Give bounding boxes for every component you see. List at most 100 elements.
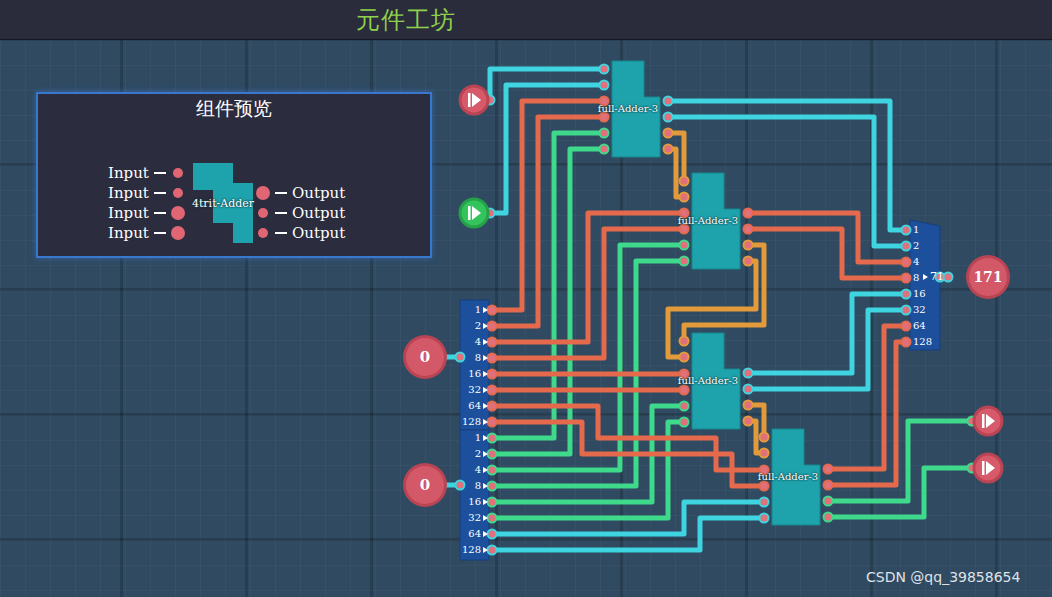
pin-dot[interactable] [664,113,673,122]
pin-dot[interactable] [488,466,497,475]
wire[interactable] [828,342,906,485]
io-pin[interactable] [460,199,488,227]
output-display[interactable]: 171 [969,258,1007,296]
pin-dot[interactable] [488,418,497,427]
wire[interactable] [492,388,684,393]
wire[interactable] [668,261,756,357]
pin-circle[interactable] [460,199,488,227]
pin-dot[interactable] [488,370,497,379]
pin-dot[interactable] [488,450,497,459]
pin-dot[interactable] [902,290,911,299]
wire[interactable] [492,422,764,486]
wire[interactable] [684,245,764,341]
pin-dot[interactable] [680,257,689,266]
top-bar: 元件工坊 [0,0,1052,40]
pin-dot[interactable] [456,481,465,490]
bit-label: 4 [475,462,488,478]
pin-dot[interactable] [680,225,689,234]
pin-dot[interactable] [680,402,689,411]
pin-dot[interactable] [488,386,497,395]
io-pin[interactable] [974,454,1002,482]
splitter-body[interactable] [460,430,489,560]
wire[interactable] [748,213,906,262]
bit-label: 64 [913,318,941,334]
pin-dot[interactable] [488,402,497,411]
pin-dot[interactable] [488,514,497,523]
io-pin[interactable] [460,86,488,114]
io-pin[interactable] [974,407,1002,435]
joiner-value: 71 [930,269,944,285]
pin-dot[interactable] [488,322,497,331]
pin-dot[interactable] [902,338,911,347]
pin-dot[interactable] [680,353,689,362]
pin-dot[interactable] [600,145,609,154]
pin-dot[interactable] [600,113,609,122]
bit-label: 128 [462,542,488,558]
wire[interactable] [828,468,972,517]
pin-dot[interactable] [902,258,911,267]
pin-dot[interactable] [488,434,497,443]
pin-circle[interactable] [974,407,1002,435]
pin-dot[interactable] [488,498,497,507]
input-display[interactable]: 0 [406,466,444,504]
pin-circle[interactable] [460,86,488,114]
wire[interactable] [492,406,764,470]
pin-dot[interactable] [744,241,753,250]
splitter-body[interactable] [460,300,489,430]
pin-dot[interactable] [488,354,497,363]
pin-dot[interactable] [680,193,689,202]
pin-dot[interactable] [600,65,609,74]
pin-dot[interactable] [824,481,833,490]
pin-dot[interactable] [664,145,673,154]
pin-dot[interactable] [824,465,833,474]
pin-dot[interactable] [680,386,689,395]
pin-dot[interactable] [744,417,753,426]
pin-dot[interactable] [744,385,753,394]
pin-circle[interactable] [974,454,1002,482]
pin-dot[interactable] [824,513,833,522]
pin-dot[interactable] [744,209,753,218]
wire[interactable] [492,229,684,358]
wire[interactable] [492,372,684,377]
pin-dot[interactable] [456,353,465,362]
wire[interactable] [492,213,684,342]
pin-dot[interactable] [680,241,689,250]
pin-dot[interactable] [902,322,911,331]
pin-line [154,212,166,214]
pin-dot[interactable] [488,482,497,491]
pin-dot[interactable] [760,482,769,491]
pin-dot[interactable] [488,530,497,539]
pin-dot[interactable] [744,257,753,266]
preview-output: Output [256,224,345,242]
pin-dot[interactable] [902,306,911,315]
pin-dot[interactable] [744,369,753,378]
pin-dot[interactable] [824,497,833,506]
pin-dot[interactable] [902,274,911,283]
pin-dot[interactable] [680,177,689,186]
wire[interactable] [492,518,764,550]
pin-dot[interactable] [680,418,689,427]
wire[interactable] [828,421,972,501]
pin-dot[interactable] [760,449,769,458]
pin-dot[interactable] [600,129,609,138]
pin-dot[interactable] [488,338,497,347]
pin-dot[interactable] [902,242,911,251]
joiner-body[interactable] [910,220,940,350]
wire[interactable] [668,149,684,197]
pin-dot[interactable] [744,225,753,234]
pin-dot[interactable] [760,514,769,523]
pin-dot[interactable] [902,226,911,235]
pin-dot[interactable] [744,401,753,410]
pin-dot[interactable] [488,306,497,315]
pin-dot[interactable] [600,81,609,90]
wire[interactable] [748,229,906,278]
circuit-canvas[interactable]: full-Adder-3full-Adder-3full-Adder-3full… [0,0,1052,597]
pin-dot[interactable] [664,97,673,106]
pin-dot[interactable] [944,273,953,282]
pin-dot[interactable] [680,337,689,346]
pin-dot[interactable] [760,433,769,442]
input-display[interactable]: 0 [406,338,444,376]
pin-dot[interactable] [664,129,673,138]
pin-dot[interactable] [760,498,769,507]
pin-dot[interactable] [488,546,497,555]
